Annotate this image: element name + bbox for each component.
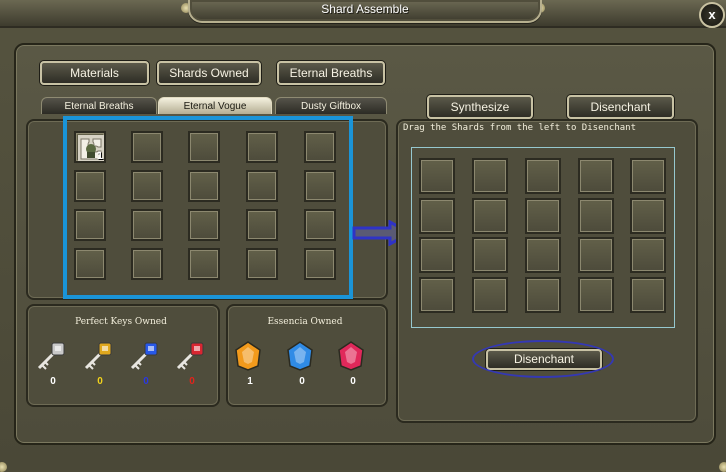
disenchant-slot[interactable] xyxy=(578,158,614,194)
disenchant-slot[interactable] xyxy=(578,277,614,313)
tab-eternal-breaths[interactable]: Eternal Breaths xyxy=(277,61,385,85)
disenchant-slot[interactable] xyxy=(578,198,614,234)
blue-key-icon xyxy=(128,340,160,377)
blue-essencia-icon xyxy=(284,340,316,377)
disenchant-slot[interactable] xyxy=(472,158,508,194)
disenchant-slot[interactable] xyxy=(419,198,455,234)
disenchant-slot[interactable] xyxy=(419,158,455,194)
subtab-eternal-breaths[interactable]: Eternal Breaths xyxy=(41,97,157,114)
disenchant-slot[interactable] xyxy=(630,277,666,313)
disenchant-hint: Drag the Shards from the left to Disench… xyxy=(403,123,636,133)
window-title: Shard Assemble xyxy=(321,2,409,16)
disenchant-tab-button[interactable]: Disenchant xyxy=(567,95,674,119)
key-count: 0 xyxy=(189,376,195,387)
silver-key-icon xyxy=(35,340,67,377)
title-plate: Shard Assemble xyxy=(188,0,542,23)
tab-materials[interactable]: Materials xyxy=(40,61,149,85)
disenchant-slot[interactable] xyxy=(419,237,455,273)
essencia-count: 0 xyxy=(350,376,356,387)
disenchant-slot[interactable] xyxy=(525,198,561,234)
key-count: 0 xyxy=(50,376,56,387)
subtab-dusty-giftbox[interactable]: Dusty Giftbox xyxy=(275,97,387,114)
disenchant-slot[interactable] xyxy=(630,158,666,194)
essencia-count: 1 xyxy=(247,376,253,387)
perfect-keys-title: Perfect Keys Owned xyxy=(75,317,167,327)
synthesize-button[interactable]: Synthesize xyxy=(427,95,533,119)
disenchant-highlight-oval xyxy=(472,340,614,378)
key-count: 0 xyxy=(97,376,103,387)
essencia-title: Essencia Owned xyxy=(267,317,343,327)
disenchant-slot[interactable] xyxy=(525,237,561,273)
disenchant-slot[interactable] xyxy=(472,277,508,313)
corner-ornament-right xyxy=(719,462,726,472)
disenchant-slot[interactable] xyxy=(525,277,561,313)
close-button[interactable]: x xyxy=(699,2,725,28)
key-count: 0 xyxy=(143,376,149,387)
red-key-icon xyxy=(174,340,206,377)
corner-ornament-left xyxy=(0,462,7,472)
orange-essencia-icon xyxy=(232,340,264,377)
disenchant-slot[interactable] xyxy=(578,237,614,273)
subtab-eternal-vogue[interactable]: Eternal Vogue xyxy=(158,97,272,114)
red-essencia-icon xyxy=(335,340,367,377)
essencia-count: 0 xyxy=(299,376,305,387)
tab-shards-owned[interactable]: Shards Owned xyxy=(157,61,261,85)
disenchant-slot[interactable] xyxy=(472,237,508,273)
disenchant-slot[interactable] xyxy=(525,158,561,194)
disenchant-slot[interactable] xyxy=(472,198,508,234)
disenchant-slot[interactable] xyxy=(419,277,455,313)
disenchant-slot[interactable] xyxy=(630,198,666,234)
inventory-highlight-box xyxy=(63,116,353,299)
gold-key-icon xyxy=(82,340,114,377)
disenchant-slot[interactable] xyxy=(630,237,666,273)
